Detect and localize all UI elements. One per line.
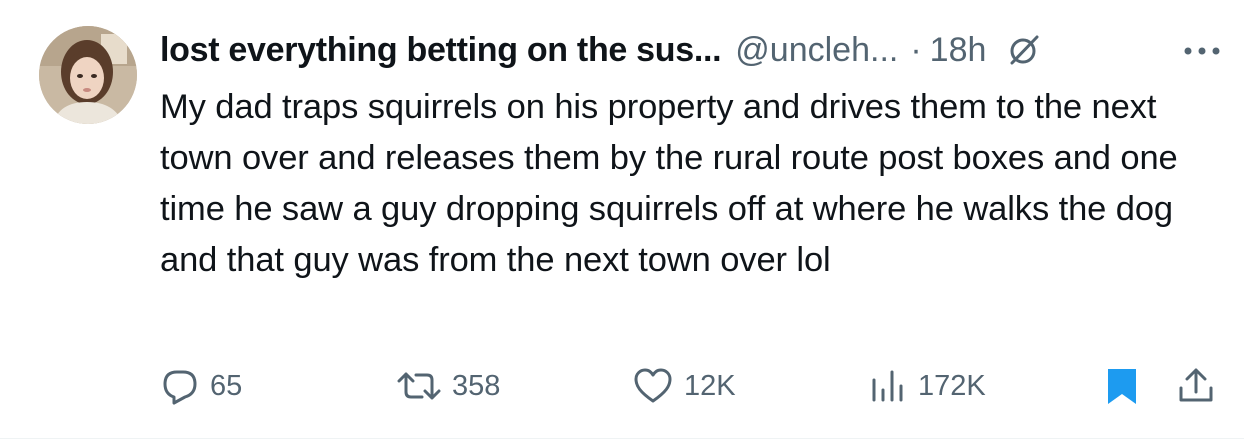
tweet[interactable]: lost everything betting on the sus... @u… [0,0,1244,442]
views-icon [868,366,908,406]
repost-count: 358 [452,369,501,402]
share-button[interactable] [1176,362,1216,410]
author-name[interactable]: lost everything betting on the sus... [160,31,722,70]
timestamp[interactable]: 18h [930,31,987,70]
author-handle[interactable]: @uncleh... [735,31,898,70]
reply-button[interactable]: 65 [160,362,242,410]
bookmark-button[interactable] [1104,362,1140,410]
share-icon [1176,366,1216,406]
like-count: 12K [684,369,736,402]
reply-icon [160,366,200,406]
separator-dot: · [910,30,922,69]
repost-button[interactable]: 358 [396,362,500,410]
bookmark-icon [1104,366,1140,406]
avatar[interactable] [39,26,137,124]
like-button[interactable]: 12K [632,362,736,410]
reply-count: 65 [210,369,243,402]
grok-icon[interactable] [1006,32,1042,68]
tweet-content: lost everything betting on the sus... @u… [160,24,1220,286]
tweet-text: My dad traps squirrels on his property a… [160,88,1178,279]
views-button[interactable]: 172K [868,362,986,410]
bottom-divider [0,438,1244,439]
views-count: 172K [918,369,986,402]
more-icon[interactable] [1180,34,1224,68]
action-bar: 65 358 12K 172K [160,362,1220,410]
repost-icon [396,366,442,406]
avatar-image [39,26,137,124]
tweet-header: lost everything betting on the sus... @u… [160,24,1220,76]
like-icon [632,366,674,406]
